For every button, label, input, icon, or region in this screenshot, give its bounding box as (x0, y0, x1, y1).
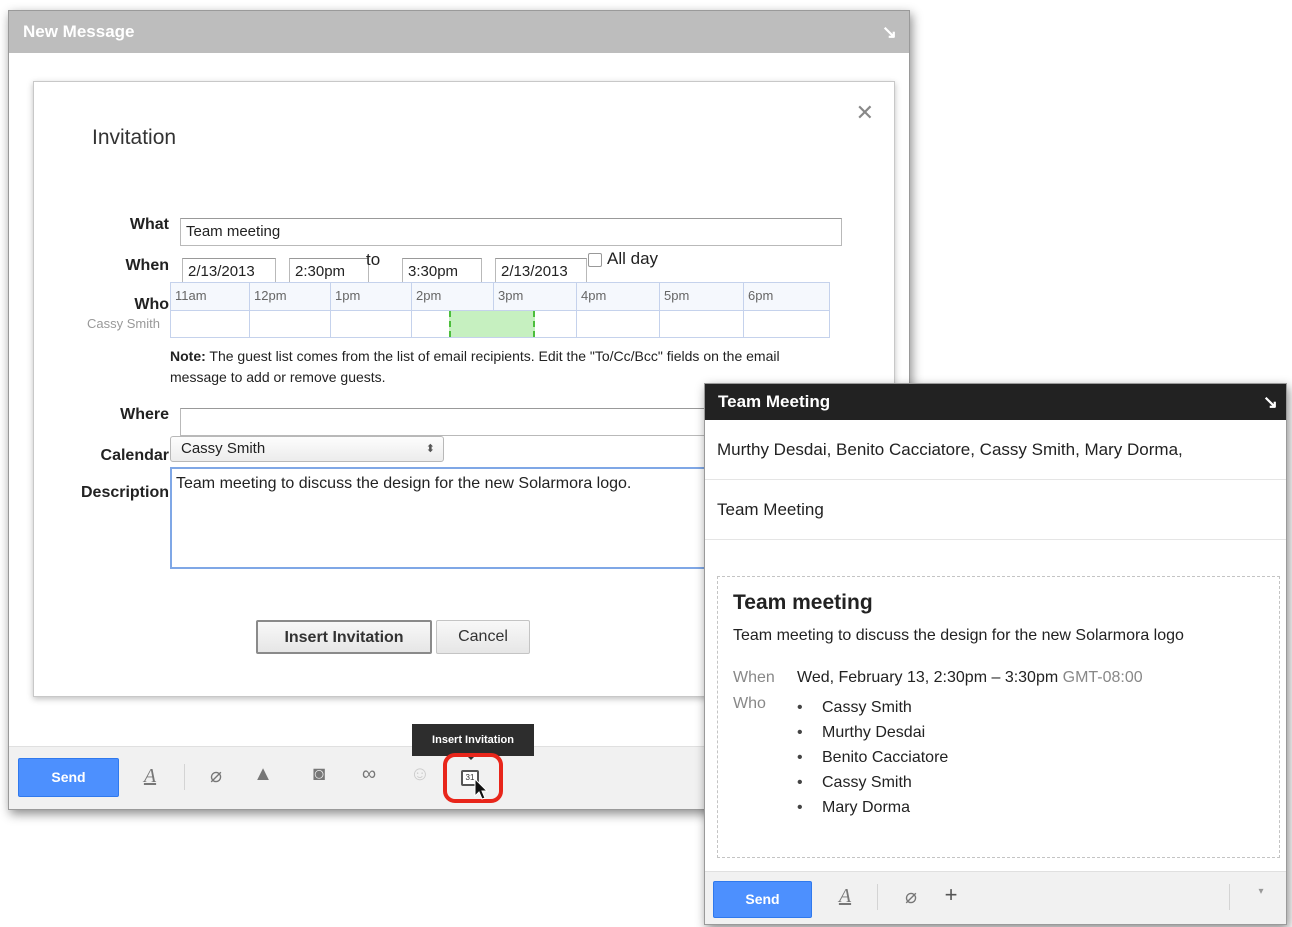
description-label: Description (80, 484, 169, 501)
timeline-hour: 6pm (744, 283, 829, 310)
send-button[interactable]: Send (18, 758, 119, 797)
timeline-hour: 12pm (250, 283, 331, 310)
compose-titlebar[interactable]: New Message ↘ (9, 11, 909, 53)
camera-icon[interactable]: ◙ (305, 763, 333, 786)
subject-text: Team Meeting (717, 500, 824, 519)
guest-item: Mary Dorma (797, 795, 948, 820)
timeline-hour: 4pm (577, 283, 660, 310)
formatting-icon[interactable]: A (831, 885, 859, 908)
calendar-select[interactable]: Cassy Smith ⬍ (170, 436, 444, 462)
timeline-hour: 3pm (494, 283, 577, 310)
emoji-icon[interactable]: ☺ (406, 763, 434, 786)
dialog-title: Invitation (92, 126, 177, 149)
where-label: Where (120, 406, 169, 423)
collapse-icon[interactable]: ↘ (882, 11, 897, 53)
guest-list: Cassy Smith Murthy Desdai Benito Cacciat… (797, 695, 948, 820)
message-title: Team Meeting (718, 392, 831, 411)
timeline-slot (250, 310, 331, 337)
calendar-select-value: Cassy Smith (181, 440, 266, 457)
message-window: Team Meeting ↘ Murthy Desdai, Benito Cac… (704, 383, 1287, 925)
guest-item: Murthy Desdai (797, 720, 948, 745)
timeline-slot (744, 310, 829, 337)
event-time: Wed, February 13, 2:30pm – 3:30pm (797, 669, 1059, 686)
drive-icon[interactable]: ▲ (249, 763, 277, 786)
collapse-icon[interactable]: ↘ (1263, 384, 1278, 420)
insert-invitation-button[interactable]: Insert Invitation (256, 620, 432, 654)
subject-field[interactable]: Team Meeting (705, 480, 1286, 540)
more-options-icon[interactable]: ▾ (1247, 886, 1275, 897)
toolbar-divider (877, 884, 878, 910)
note-text: The guest list comes from the list of em… (170, 348, 780, 385)
guest-item: Cassy Smith (797, 770, 948, 795)
what-input[interactable]: Team meeting (180, 218, 842, 246)
attachment-icon[interactable]: ⌀ (897, 884, 925, 909)
message-titlebar[interactable]: Team Meeting ↘ (705, 384, 1286, 420)
link-icon[interactable]: ∞ (355, 763, 383, 786)
event-description: Team meeting to discuss the design for t… (733, 627, 1184, 644)
select-arrows-icon: ⬍ (425, 443, 435, 455)
recipients-field[interactable]: Murthy Desdai, Benito Cacciatore, Cassy … (705, 420, 1286, 480)
timeline-hour: 5pm (660, 283, 744, 310)
what-label: What (129, 216, 169, 233)
guest-note: Note: The guest list comes from the list… (170, 346, 830, 388)
when-label: When (733, 669, 775, 686)
invitation-card: Team meeting Team meeting to discuss the… (717, 576, 1280, 858)
compose-title: New Message (23, 22, 135, 41)
guest-item: Cassy Smith (797, 695, 948, 720)
all-day-label: All day (607, 249, 659, 268)
guest-item: Benito Cacciatore (797, 745, 948, 770)
formatting-icon[interactable]: A (136, 765, 164, 788)
event-when: Wed, February 13, 2:30pm – 3:30pm GMT-08… (797, 669, 1143, 687)
timeline-slot (331, 310, 412, 337)
cancel-button[interactable]: Cancel (436, 620, 530, 654)
attachment-icon[interactable]: ⌀ (202, 763, 230, 788)
description-textarea[interactable]: Team meeting to discuss the design for t… (170, 467, 730, 569)
timeline-hour: 11am (171, 283, 250, 310)
all-day-checkbox[interactable] (588, 253, 602, 267)
who-label: Who (134, 296, 169, 313)
message-toolbar: Send A ⌀ + ▾ (705, 871, 1286, 924)
timeline-hour: 1pm (331, 283, 412, 310)
to-label: to (366, 250, 381, 269)
toolbar-divider (184, 764, 185, 790)
insert-invitation-tooltip: Insert Invitation (412, 724, 534, 756)
timeline-slot (577, 310, 660, 337)
calendar-label: Calendar (100, 447, 169, 464)
toolbar-divider (1229, 884, 1230, 910)
event-timezone: GMT-08:00 (1062, 669, 1143, 686)
plus-icon[interactable]: + (937, 882, 965, 908)
timeline-slot (660, 310, 744, 337)
who-label: Who (733, 695, 766, 712)
timeline-hour: 2pm (412, 283, 494, 310)
when-label: When (125, 257, 169, 274)
guest-name: Cassy Smith (87, 316, 160, 331)
send-button[interactable]: Send (713, 881, 812, 918)
close-icon[interactable]: ✕ (856, 100, 874, 126)
recipients-text: Murthy Desdai, Benito Cacciatore, Cassy … (717, 440, 1183, 459)
event-title: Team meeting (733, 591, 873, 614)
timeline-slot (171, 310, 250, 337)
note-label: Note: (170, 348, 206, 364)
selected-time-block[interactable] (449, 311, 535, 337)
mouse-cursor-icon (474, 778, 489, 800)
availability-timeline: 11am 12pm 1pm 2pm 3pm 4pm 5pm 6pm (170, 282, 830, 338)
